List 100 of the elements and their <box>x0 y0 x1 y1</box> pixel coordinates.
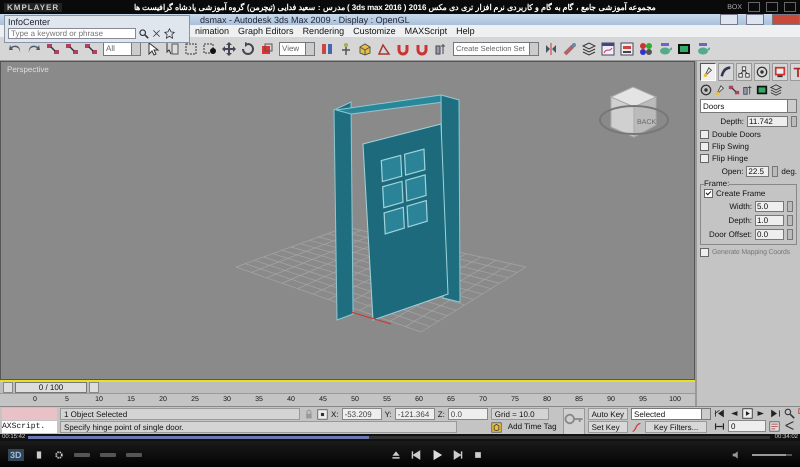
panel-tab[interactable] <box>736 63 752 81</box>
set-key-button[interactable] <box>562 408 585 435</box>
key-filters-button[interactable]: Key Filters... <box>645 421 708 433</box>
menu-item[interactable]: Graph Editors <box>238 26 294 36</box>
coordinate-field[interactable]: 0.0 <box>448 408 488 420</box>
key-mode-icon[interactable] <box>714 420 726 432</box>
field-of-view-icon[interactable] <box>784 420 796 431</box>
stop-icon[interactable] <box>472 450 483 460</box>
curve-editor-icon[interactable] <box>601 42 615 56</box>
create-icon[interactable] <box>714 84 726 96</box>
spinner[interactable] <box>772 166 778 177</box>
render-icon[interactable] <box>696 42 710 56</box>
link-icon[interactable] <box>46 42 60 56</box>
snap-toggle-icon[interactable] <box>358 42 372 56</box>
select-arrow-icon[interactable] <box>146 42 160 56</box>
scale-icon[interactable] <box>260 42 274 56</box>
panel-tab[interactable] <box>772 63 788 81</box>
set-key-mode-button[interactable]: Set Key <box>588 421 628 433</box>
render-setup-icon[interactable] <box>658 42 672 56</box>
previous-button[interactable] <box>3 382 13 394</box>
menu-item[interactable]: Rendering <box>302 26 344 36</box>
link-icon[interactable] <box>84 42 98 56</box>
panel-tab[interactable] <box>700 63 716 81</box>
coordinate-label: Y: <box>384 410 392 418</box>
search-icon[interactable] <box>138 28 149 39</box>
number-field[interactable]: 0.0 <box>755 229 784 240</box>
add-time-tag-button[interactable]: Add Time Tag <box>504 421 560 433</box>
minimize-button[interactable] <box>720 14 738 25</box>
coordinate-field[interactable]: -53.209 <box>342 408 382 420</box>
field-label: Door Offset: <box>709 230 752 239</box>
reference-coordinate-dropdown[interactable]: View <box>279 42 315 56</box>
checkbox[interactable] <box>704 189 713 198</box>
next-icon[interactable] <box>452 450 463 460</box>
move-icon[interactable] <box>222 42 236 56</box>
player-option-button[interactable] <box>74 452 90 456</box>
go-to-start-icon[interactable] <box>714 408 726 419</box>
create-icon <box>702 66 714 78</box>
player-option-button[interactable] <box>100 452 116 456</box>
frame-icon[interactable] <box>756 84 768 96</box>
number-field[interactable]: 5.0 <box>755 201 784 212</box>
previous-icon[interactable] <box>410 450 421 460</box>
number-field[interactable]: 1.0 <box>755 215 784 226</box>
player-logo: KMPLAYER <box>4 2 62 12</box>
link-icon[interactable] <box>728 84 740 96</box>
auto-key-button[interactable]: Auto Key <box>588 408 628 420</box>
viewcube[interactable] <box>599 86 669 138</box>
tangent-curve-icon[interactable] <box>631 422 642 432</box>
mirror-icon[interactable] <box>544 42 558 56</box>
current-frame-field[interactable]: 0 <box>728 420 766 432</box>
maxscript-field[interactable]: AXScript. <box>2 421 57 433</box>
menu-item[interactable]: Customize <box>353 26 396 36</box>
panel-tab[interactable] <box>718 63 734 81</box>
maximize-button[interactable] <box>766 2 778 12</box>
coordinate-field[interactable]: -121.364 <box>394 408 435 420</box>
go-to-end-icon[interactable] <box>770 408 782 419</box>
rendered-frame-icon[interactable] <box>677 42 691 56</box>
panel-tab[interactable] <box>754 63 770 81</box>
layers-icon[interactable] <box>770 84 782 96</box>
category-dropdown[interactable]: Doors <box>700 99 797 113</box>
absolute-mode-icon[interactable] <box>317 408 328 420</box>
schematic-view-icon[interactable] <box>620 42 634 56</box>
minimize-button[interactable] <box>748 2 760 12</box>
material-editor-icon[interactable] <box>639 42 653 56</box>
3d-button[interactable]: 3D <box>8 448 24 460</box>
checkbox[interactable] <box>700 248 709 257</box>
menu-item[interactable]: MAXScript <box>404 26 448 36</box>
zoom-icon[interactable] <box>784 408 796 419</box>
search-field[interactable]: Type a keyword or phrase <box>8 28 136 39</box>
close-button[interactable] <box>784 2 796 12</box>
window-title: dsmax - Autodesk 3ds Max 2009 - Display : OpenGL <box>200 14 411 24</box>
depth-field[interactable]: 11.742 <box>747 116 788 127</box>
time-slider-thumb[interactable]: 0 / 100 <box>15 382 87 394</box>
select-list-icon[interactable] <box>165 42 179 56</box>
selection-region-icon[interactable] <box>184 42 198 56</box>
key-mode-dropdown[interactable]: Selected <box>631 408 712 420</box>
grid-status: Grid = 10.0 <box>490 408 549 420</box>
open-field[interactable]: 22.5 <box>746 166 770 177</box>
eject-icon[interactable] <box>390 450 401 460</box>
window-crossing-icon[interactable] <box>203 42 217 56</box>
link-icon[interactable] <box>65 42 79 56</box>
checkbox[interactable] <box>700 142 709 151</box>
player-option-button[interactable] <box>126 452 142 456</box>
gear-icon[interactable] <box>54 450 64 460</box>
time-tag-icon[interactable] <box>490 422 502 432</box>
menu-item[interactable]: nimation <box>195 26 230 36</box>
menu-item[interactable]: Help <box>456 26 475 36</box>
checkbox[interactable] <box>700 130 709 139</box>
next-button[interactable] <box>89 382 99 394</box>
play-icon[interactable] <box>742 408 754 419</box>
checkbox-label: Flip Hinge <box>712 154 748 163</box>
play-icon[interactable] <box>430 448 443 460</box>
layers-icon[interactable] <box>582 42 596 56</box>
rotate-icon[interactable] <box>241 42 255 56</box>
time-configuration-icon[interactable] <box>769 420 780 432</box>
coordinate-label: Z: <box>438 410 445 418</box>
restore-button[interactable] <box>746 14 764 25</box>
checkbox[interactable] <box>700 154 709 163</box>
favorites-icon[interactable] <box>164 28 175 39</box>
video-title: مجموعه آموزشی جامع ، گام به گام و کاربردی نرم افزار تری دی مکس 2016 ( 3ds max 2016 ) مدرس : سعید فدایی (تیچرمن) گروه آموزشی پادشاه گرافیست ها <box>132 2 657 12</box>
communication-icon[interactable] <box>151 28 162 39</box>
